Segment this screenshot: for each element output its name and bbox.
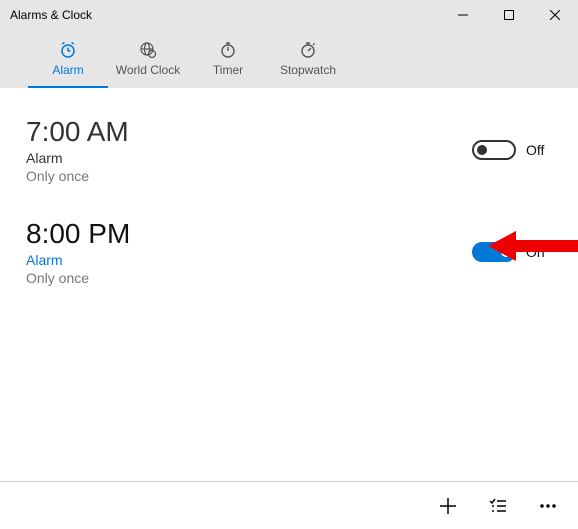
app-window: Alarms & Clock Alarm World Clock xyxy=(0,0,578,529)
close-icon xyxy=(550,10,560,20)
tab-stopwatch[interactable]: Stopwatch xyxy=(268,30,348,88)
alarm-time: 7:00 AM xyxy=(26,116,472,148)
maximize-icon xyxy=(504,10,514,20)
minimize-icon xyxy=(458,10,468,20)
alarm-occurrence: Only once xyxy=(26,168,472,184)
tab-timer[interactable]: Timer xyxy=(188,30,268,88)
more-button[interactable] xyxy=(524,482,572,529)
alarm-time: 8:00 PM xyxy=(26,218,472,250)
maximize-button[interactable] xyxy=(486,0,532,30)
tab-alarm[interactable]: Alarm xyxy=(28,30,108,88)
tab-world-clock[interactable]: World Clock xyxy=(108,30,188,88)
alarm-toggle-label: Off xyxy=(526,142,552,158)
window-controls xyxy=(440,0,578,30)
list-check-icon xyxy=(488,496,508,516)
close-button[interactable] xyxy=(532,0,578,30)
timer-icon xyxy=(219,41,237,59)
toggle-knob xyxy=(477,145,487,155)
alarm-row: 8:00 PM Alarm Only once On xyxy=(26,218,552,286)
app-title: Alarms & Clock xyxy=(10,8,440,22)
minimize-button[interactable] xyxy=(440,0,486,30)
add-alarm-button[interactable] xyxy=(424,482,472,529)
alarm-text-block: 7:00 AM Alarm Only once xyxy=(26,116,472,184)
tab-timer-label: Timer xyxy=(213,63,243,77)
annotation-arrow xyxy=(488,228,578,264)
alarm-toggle[interactable] xyxy=(472,140,516,160)
titlebar: Alarms & Clock xyxy=(0,0,578,30)
select-alarms-button[interactable] xyxy=(474,482,522,529)
command-bar xyxy=(0,481,578,529)
tab-stopwatch-label: Stopwatch xyxy=(280,63,336,77)
globe-icon xyxy=(139,41,157,59)
alarm-row: 7:00 AM Alarm Only once Off xyxy=(26,116,552,184)
alarm-item[interactable]: 7:00 AM Alarm Only once Off xyxy=(0,106,578,208)
alarm-name: Alarm xyxy=(26,150,472,166)
stopwatch-icon xyxy=(299,41,317,59)
alarm-occurrence: Only once xyxy=(26,270,472,286)
tab-alarm-label: Alarm xyxy=(52,63,83,77)
alarm-toggle-group: Off xyxy=(472,140,552,160)
plus-icon xyxy=(438,496,458,516)
alarm-name: Alarm xyxy=(26,252,472,268)
alarm-list: 7:00 AM Alarm Only once Off 8:00 PM Alar… xyxy=(0,88,578,529)
alarm-text-block: 8:00 PM Alarm Only once xyxy=(26,218,472,286)
tab-world-clock-label: World Clock xyxy=(116,63,180,77)
tab-bar: Alarm World Clock Timer Stopwatch xyxy=(0,30,578,88)
alarm-icon xyxy=(59,41,77,59)
more-icon xyxy=(538,496,558,516)
